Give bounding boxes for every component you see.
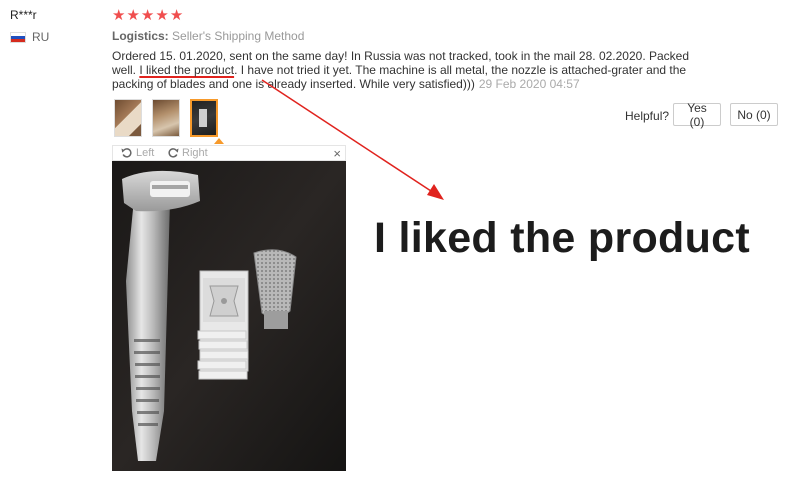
product-photo [112,161,346,471]
rotate-left-icon [121,148,132,158]
rotate-right-button[interactable]: Right [167,147,208,159]
close-icon[interactable]: × [333,146,341,161]
star-icon: ★ [169,7,184,24]
reviewer-name: R***r [10,8,37,22]
flag-ru-icon [10,31,26,43]
review-thumbnails [114,99,218,137]
review-photo-thumbnail[interactable] [152,99,180,137]
logistics-info: Logistics: Seller's Shipping Method [112,29,304,43]
review-highlight: I liked the product [139,63,235,77]
logistics-value: Seller's Shipping Method [172,29,305,43]
star-icon: ★ [140,7,155,24]
reviewer-country: RU [10,30,49,44]
helpful-yes-button[interactable]: Yes (0) [673,101,721,129]
helpful-no-button[interactable]: No (0) [730,103,778,126]
photo-viewer-toolbar: Left Right × [112,145,346,161]
rotate-right-label: Right [182,147,208,159]
star-icon: ★ [155,7,169,24]
logistics-label: Logistics: [112,29,169,43]
review-photo-thumbnail-selected[interactable] [190,99,218,137]
rotate-right-icon [168,148,179,158]
review-text: Ordered 15. 01.2020, sent on the same da… [112,49,712,91]
star-icon: ★ [112,7,126,24]
selected-thumbnail-caret [214,138,224,144]
country-code: RU [32,30,50,44]
annotation-caption: I liked the product [374,214,751,262]
star-icon: ★ [126,7,140,24]
review-date: 29 Feb 2020 04:57 [478,77,580,91]
review-photo-thumbnail[interactable] [114,99,142,137]
star-rating: ★ ★ ★ ★ ★ [112,8,183,24]
helpful-label: Helpful? [625,109,670,123]
rotate-left-button[interactable]: Left [121,147,154,159]
rotate-left-label: Left [136,147,155,159]
